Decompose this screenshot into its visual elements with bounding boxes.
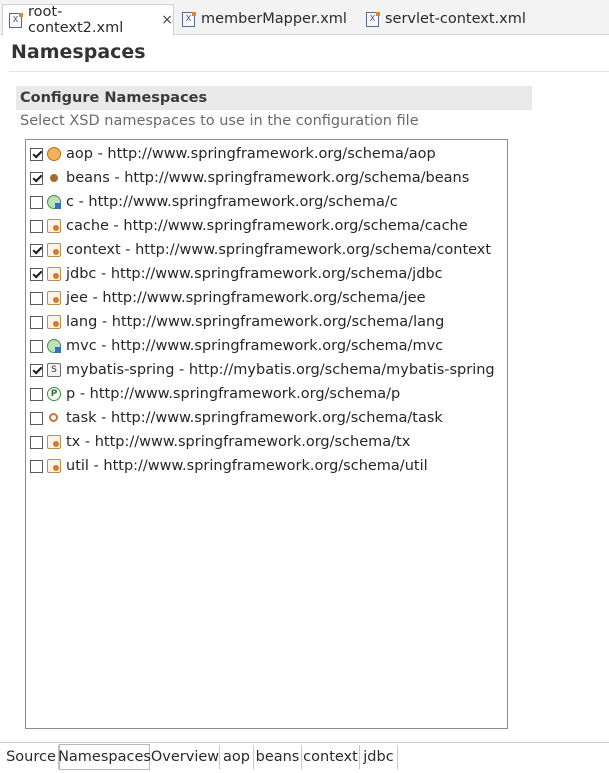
- xml-file-icon: X: [182, 11, 196, 27]
- xml-file-icon: X: [9, 12, 23, 28]
- namespace-row-cache[interactable]: cache - http://www.springframework.org/s…: [30, 214, 468, 238]
- checkbox-tx[interactable]: [30, 435, 43, 449]
- doc-icon: [47, 459, 61, 473]
- tab-namespaces[interactable]: Namespaces: [58, 744, 151, 770]
- namespace-row-lang[interactable]: lang - http://www.springframework.org/sc…: [30, 310, 444, 334]
- editor-tab-servlet-context[interactable]: X servlet-context.xml: [360, 4, 560, 34]
- namespace-label: task - http://www.springframework.org/sc…: [66, 410, 443, 426]
- namespace-label: tx - http://www.springframework.org/sche…: [66, 434, 411, 450]
- doc-icon: [47, 315, 61, 329]
- tab-aop[interactable]: aop: [220, 745, 254, 769]
- namespace-row-jee[interactable]: jee - http://www.springframework.org/sch…: [30, 286, 426, 310]
- namespace-row-beans[interactable]: beans - http://www.springframework.org/s…: [30, 166, 469, 190]
- namespace-label: beans - http://www.springframework.org/s…: [66, 170, 470, 186]
- namespace-row-util[interactable]: util - http://www.springframework.org/sc…: [30, 454, 428, 478]
- editor-tab-membermapper[interactable]: X memberMapper.xml: [176, 4, 356, 34]
- checkbox-cache[interactable]: [30, 219, 43, 233]
- namespace-row-mybatis-spring[interactable]: S mybatis-spring - http://mybatis.org/sc…: [30, 358, 495, 382]
- namespace-label: p - http://www.springframework.org/schem…: [66, 386, 401, 402]
- doc-icon: [47, 219, 61, 233]
- editor-tab-root-context2[interactable]: X root-context2.xml ×: [2, 4, 174, 36]
- namespace-row-p[interactable]: P p - http://www.springframework.org/sch…: [30, 382, 400, 406]
- xml-file-icon: X: [366, 11, 380, 27]
- checkbox-mybatis-spring[interactable]: [30, 363, 43, 377]
- tab-beans[interactable]: beans: [254, 745, 302, 769]
- namespace-row-c[interactable]: c - http://www.springframework.org/schem…: [30, 190, 398, 214]
- section-description: Select XSD namespaces to use in the conf…: [20, 113, 419, 129]
- namespace-row-jdbc[interactable]: jdbc - http://www.springframework.org/sc…: [30, 262, 443, 286]
- editor-tab-label: servlet-context.xml: [385, 11, 526, 27]
- namespace-label: c - http://www.springframework.org/schem…: [66, 194, 398, 210]
- checkbox-util[interactable]: [30, 459, 43, 473]
- namespace-list: aop - http://www.springframework.org/sch…: [25, 139, 508, 729]
- doc-icon: [47, 267, 61, 281]
- editor-tab-label: memberMapper.xml: [201, 11, 347, 27]
- globe-icon: [47, 339, 61, 353]
- globe-icon: [47, 195, 61, 209]
- bean-icon: [47, 171, 61, 185]
- checkbox-lang[interactable]: [30, 315, 43, 329]
- checkbox-jdbc[interactable]: [30, 267, 43, 281]
- editor-tab-bar: X root-context2.xml × X memberMapper.xml…: [0, 0, 609, 36]
- namespace-label: jdbc - http://www.springframework.org/sc…: [66, 266, 443, 282]
- namespace-row-tx[interactable]: tx - http://www.springframework.org/sche…: [30, 430, 410, 454]
- tab-source[interactable]: Source: [4, 745, 59, 769]
- namespace-label: lang - http://www.springframework.org/sc…: [66, 314, 445, 330]
- checkbox-beans[interactable]: [30, 171, 43, 185]
- namespace-label: mybatis-spring - http://mybatis.org/sche…: [66, 362, 495, 378]
- namespace-label: util - http://www.springframework.org/sc…: [66, 458, 428, 474]
- checkbox-context[interactable]: [30, 243, 43, 257]
- checkbox-jee[interactable]: [30, 291, 43, 305]
- checkbox-p[interactable]: [30, 387, 43, 401]
- editor-tab-label: root-context2.xml: [28, 4, 124, 36]
- close-icon[interactable]: ×: [161, 12, 173, 28]
- tab-jdbc[interactable]: jdbc: [360, 745, 398, 769]
- namespace-row-context[interactable]: context - http://www.springframework.org…: [30, 238, 491, 262]
- section-title: Configure Namespaces: [16, 86, 532, 110]
- namespace-row-aop[interactable]: aop - http://www.springframework.org/sch…: [30, 142, 436, 166]
- title-divider: [9, 71, 609, 72]
- aop-icon: [47, 147, 61, 161]
- gear-icon: [47, 411, 61, 425]
- checkbox-c[interactable]: [30, 195, 43, 209]
- namespace-label: aop - http://www.springframework.org/sch…: [66, 146, 436, 162]
- checkbox-mvc[interactable]: [30, 339, 43, 353]
- tab-overview[interactable]: Overview: [151, 745, 220, 769]
- namespace-row-task[interactable]: task - http://www.springframework.org/sc…: [30, 406, 443, 430]
- page-title: Namespaces: [11, 41, 146, 63]
- s-icon: S: [47, 363, 61, 377]
- editor-page-tabs: Source Namespaces Overview aop beans con…: [0, 742, 609, 773]
- namespace-row-mvc[interactable]: mvc - http://www.springframework.org/sch…: [30, 334, 443, 358]
- namespace-label: jee - http://www.springframework.org/sch…: [66, 290, 426, 306]
- tab-context[interactable]: context: [302, 745, 360, 769]
- checkbox-aop[interactable]: [30, 147, 43, 161]
- doc-icon: [47, 435, 61, 449]
- doc-icon: [47, 243, 61, 257]
- namespace-label: cache - http://www.springframework.org/s…: [66, 218, 468, 234]
- checkbox-task[interactable]: [30, 411, 43, 425]
- doc-icon: [47, 291, 61, 305]
- p-icon: P: [47, 387, 61, 401]
- namespace-label: context - http://www.springframework.org…: [66, 242, 492, 258]
- namespace-label: mvc - http://www.springframework.org/sch…: [66, 338, 444, 354]
